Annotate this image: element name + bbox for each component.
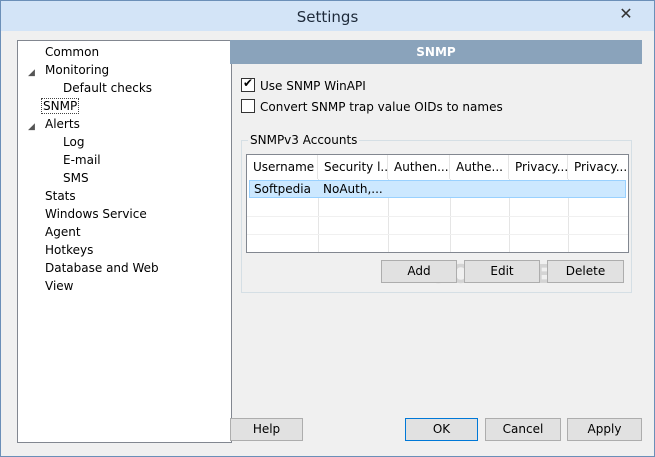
tree-expander-icon[interactable]: ◢: [28, 68, 38, 78]
row-gridline: [247, 234, 628, 235]
tree-item-windows-service[interactable]: Windows Service: [43, 205, 149, 223]
settings-tree[interactable]: Common ◢ Monitoring Default checks SNMP …: [17, 40, 232, 443]
tree-item-default-checks[interactable]: Default checks: [61, 79, 154, 97]
row-gridline: [247, 216, 628, 217]
tree-item-email[interactable]: E-mail: [61, 151, 103, 169]
tree-item-common[interactable]: Common: [43, 43, 101, 61]
column-header-privacy-protocol[interactable]: Privacy...: [509, 155, 568, 179]
tree-item-sms[interactable]: SMS: [61, 169, 91, 187]
client-area: Common ◢ Monitoring Default checks SNMP …: [9, 32, 646, 448]
tree-item-alerts[interactable]: Alerts: [43, 115, 82, 133]
title-bar[interactable]: Settings ✕: [1, 1, 654, 31]
use-snmp-winapi-label: Use SNMP WinAPI: [260, 79, 366, 93]
ok-button[interactable]: OK: [405, 418, 478, 441]
column-header-username[interactable]: Username: [247, 155, 318, 179]
cancel-button[interactable]: Cancel: [485, 418, 561, 441]
help-button[interactable]: Help: [230, 418, 303, 441]
cell-auth-password: [451, 181, 510, 198]
cell-privacy-password: [569, 181, 627, 198]
accounts-list[interactable]: Username Security l... Authen... Authe..…: [246, 154, 629, 253]
tree-item-monitoring[interactable]: Monitoring: [43, 61, 111, 79]
column-header-privacy-password[interactable]: Privacy...: [568, 155, 628, 179]
cell-username: Softpedia: [254, 182, 311, 196]
edit-account-button[interactable]: Edit: [464, 260, 540, 283]
checkbox-box[interactable]: ✔: [241, 76, 255, 92]
tree-item-hotkeys[interactable]: Hotkeys: [43, 241, 95, 259]
window-title: Settings: [296, 8, 359, 26]
apply-button[interactable]: Apply: [567, 418, 642, 441]
panel-header: SNMP: [230, 40, 642, 64]
list-header: Username Security l... Authen... Authe..…: [247, 155, 628, 179]
tree-item-snmp[interactable]: SNMP: [41, 97, 80, 115]
cell-security-level: NoAuth,...: [323, 182, 383, 196]
close-icon: ✕: [619, 4, 633, 23]
tree-item-database-and-web[interactable]: Database and Web: [43, 259, 161, 277]
column-header-security-level[interactable]: Security l...: [318, 155, 388, 179]
convert-oids-checkbox[interactable]: Convert SNMP trap value OIDs to names: [241, 99, 503, 115]
delete-account-button[interactable]: Delete: [547, 260, 624, 283]
column-header-auth-protocol[interactable]: Authen...: [388, 155, 450, 179]
table-row[interactable]: Softpedia NoAuth,...: [249, 180, 626, 198]
tree-expander-icon[interactable]: ◢: [28, 122, 38, 132]
use-snmp-winapi-checkbox[interactable]: ✔ Use SNMP WinAPI: [241, 76, 366, 94]
convert-oids-label: Convert SNMP trap value OIDs to names: [260, 100, 503, 114]
add-account-button[interactable]: Add: [381, 260, 457, 283]
tree-item-agent[interactable]: Agent: [43, 223, 83, 241]
tree-item-stats[interactable]: Stats: [43, 187, 78, 205]
cell-auth-protocol: [389, 181, 451, 198]
tree-item-log[interactable]: Log: [61, 133, 86, 151]
check-mark-icon: ✔: [243, 76, 254, 90]
cell-privacy-protocol: [510, 181, 569, 198]
close-button[interactable]: ✕: [606, 3, 646, 25]
settings-window: Settings ✕ Common ◢ Monitoring Default c…: [0, 0, 655, 457]
tree-item-view[interactable]: View: [43, 277, 75, 295]
checkbox-box[interactable]: [241, 99, 255, 113]
column-header-auth-password[interactable]: Authe...: [450, 155, 509, 179]
snmpv3-accounts-legend: SNMPv3 Accounts: [248, 133, 360, 147]
